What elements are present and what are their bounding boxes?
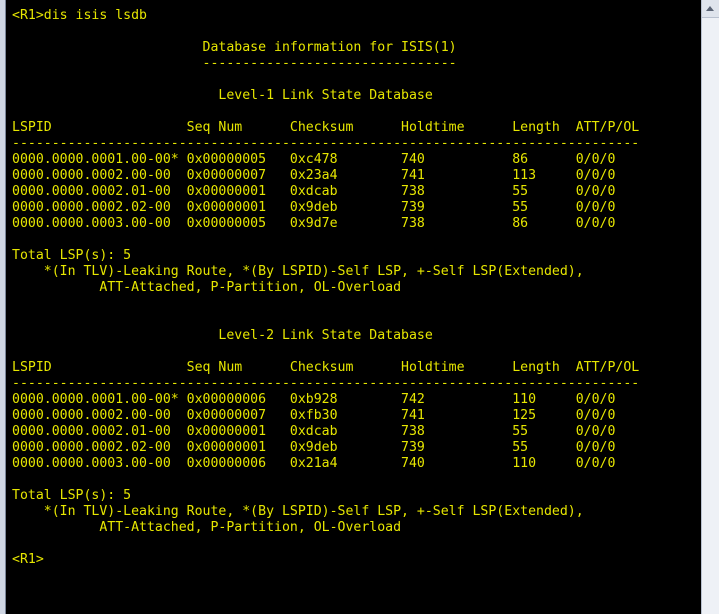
terminal-line: *(In TLV)-Leaking Route, *(By LSPID)-Sel… [12,264,584,279]
terminal-line: Level-1 Link State Database [12,88,433,103]
terminal-line: 0000.0000.0001.00-00* 0x00000006 0xb928 … [12,392,616,407]
terminal-line: LSPID Seq Num Checksum Holdtime Length A… [12,360,640,375]
terminal-line: Total LSP(s): 5 [12,488,132,503]
scroll-up-arrow-icon[interactable] [702,0,719,18]
terminal-line: 0000.0000.0002.00-00 0x00000007 0x23a4 7… [12,168,616,183]
scrollbar-track[interactable] [702,18,719,614]
terminal-line: ATT-Attached, P-Partition, OL-Overload [12,520,402,535]
terminal-line: 0000.0000.0002.02-00 0x00000001 0x9deb 7… [12,440,616,455]
terminal-line: -------------------------------- [12,56,457,71]
vertical-scrollbar[interactable] [701,0,719,614]
terminal-line: 0000.0000.0002.02-00 0x00000001 0x9deb 7… [12,200,616,215]
terminal-line: LSPID Seq Num Checksum Holdtime Length A… [12,120,640,135]
terminal-line: Database information for ISIS(1) [12,40,457,55]
terminal-line: 0000.0000.0002.01-00 0x00000001 0xdcab 7… [12,424,616,439]
terminal-line: Level-2 Link State Database [12,328,433,343]
terminal-line: <R1>dis isis lsdb [12,8,147,23]
command-prompt[interactable]: <R1> [12,552,702,568]
terminal-line: ----------------------------------------… [12,376,640,391]
terminal-line: ----------------------------------------… [12,136,640,151]
terminal-line: Total LSP(s): 5 [12,248,132,263]
terminal-line: 0000.0000.0002.00-00 0x00000007 0xfb30 7… [12,408,616,423]
terminal-line: 0000.0000.0003.00-00 0x00000006 0x21a4 7… [12,456,616,471]
terminal-line: 0000.0000.0003.00-00 0x00000005 0x9d7e 7… [12,216,616,231]
terminal-console[interactable]: <R1>dis isis lsdb Database information f… [5,0,703,614]
terminal-output: <R1>dis isis lsdb Database information f… [6,0,702,568]
terminal-line: 0000.0000.0002.01-00 0x00000001 0xdcab 7… [12,184,616,199]
terminal-line: ATT-Attached, P-Partition, OL-Overload [12,280,402,295]
terminal-line: *(In TLV)-Leaking Route, *(By LSPID)-Sel… [12,504,584,519]
terminal-window: <R1>dis isis lsdb Database information f… [0,0,719,614]
terminal-line: 0000.0000.0001.00-00* 0x00000005 0xc478 … [12,152,616,167]
